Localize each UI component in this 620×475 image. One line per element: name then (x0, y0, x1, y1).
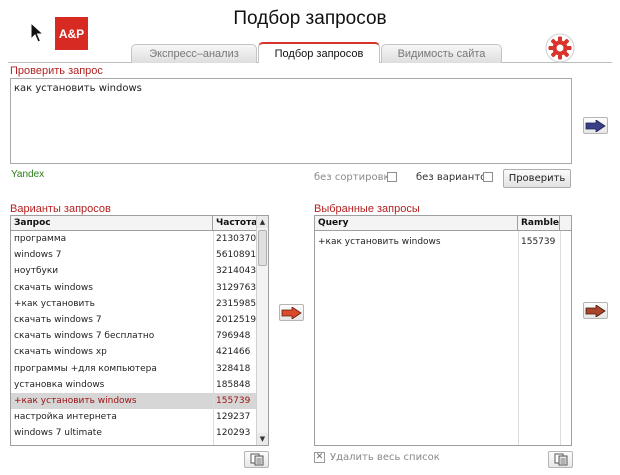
table-row[interactable]: ноутбуки 3214043 (11, 263, 268, 279)
row-query: программы +для компьютера (14, 363, 157, 374)
row-query: ноутбуки (14, 266, 59, 277)
row-frequency: 3214043 (216, 266, 257, 277)
export-selected-button[interactable] (583, 302, 608, 319)
tab-express-analysis[interactable]: Экспресс–анализ (131, 44, 257, 63)
row-frequency: 796948 (216, 331, 251, 342)
row-frequency: 2012519 (216, 315, 257, 326)
row-frequency: 21303708 (216, 234, 258, 245)
table-row[interactable]: программы +для компьютера 328418 (11, 361, 268, 377)
row-frequency: 5610891 (216, 250, 257, 261)
selected-queries-label: Выбранные запросы (314, 203, 420, 215)
row-query: скачать windows 7 бесплатно (14, 331, 155, 342)
row-frequency: 129237 (216, 412, 251, 423)
table-row[interactable]: скачать windows 3129763 (11, 280, 268, 296)
row-frequency: 3129763 (216, 282, 257, 293)
no-variants-label: без вариантов (416, 172, 493, 183)
table-row[interactable]: скачать windows 7 бесплатно 796948 (11, 328, 268, 344)
variants-scrollbar[interactable]: ▲ ▼ (256, 216, 268, 445)
row-query: +как установить (14, 298, 95, 309)
arrow-right-icon (281, 306, 302, 319)
no-sort-checkbox[interactable] (387, 172, 397, 182)
row-frequency: 328418 (216, 363, 251, 374)
variants-table-header: Запрос Частота (11, 216, 268, 231)
col-header-query[interactable]: Запрос (11, 216, 213, 230)
row-frequency: 2315985 (216, 298, 257, 309)
delete-all-label: Удалить весь список (330, 452, 440, 463)
delete-x-icon[interactable]: ✕ (314, 452, 325, 463)
table-row[interactable]: скачать windows xp 421466 (11, 344, 268, 360)
query-textarea[interactable]: как установить windows (10, 78, 572, 164)
row-frequency: 155739 (216, 395, 251, 406)
variants-table[interactable]: Запрос Частота программа 21303708 windows … (10, 215, 269, 446)
row-query: программа (14, 234, 67, 245)
row-query: скачать windows (14, 282, 93, 293)
copy-icon (250, 453, 263, 466)
row-query: скачать windows 7 (14, 315, 102, 326)
col-header-frequency[interactable]: Частота (213, 216, 258, 230)
col-header-query[interactable]: Query (315, 216, 518, 230)
selected-table-body: +как установить windows 155739 (315, 231, 571, 250)
arrow-right-icon (585, 304, 606, 317)
row-query: настройка интернета (14, 412, 117, 423)
no-sort-label: без сортировки (314, 172, 397, 183)
row-query: установка windows (14, 379, 105, 390)
table-row[interactable]: настройка интернета 129237 (11, 409, 268, 425)
search-engine-label: Yandex (11, 169, 45, 180)
row-query: +как установить windows (318, 237, 441, 248)
table-row[interactable]: установка windows 185848 (11, 377, 268, 393)
table-row[interactable]: windows 7 5610891 (11, 247, 268, 263)
row-frequency: 421466 (216, 347, 251, 358)
table-row[interactable]: +как установить 2315985 (11, 296, 268, 312)
tab-query-selection[interactable]: Подбор запросов (258, 42, 380, 63)
move-to-selected-button[interactable] (279, 304, 304, 321)
table-row[interactable]: программа 21303708 (11, 231, 268, 247)
row-frequency: 155739 (521, 237, 556, 248)
row-query: windows 7 ultimate (14, 428, 102, 439)
selected-table[interactable]: Query Ramble +как установить windows 1557… (314, 215, 572, 446)
row-query: скачать windows xp (14, 347, 107, 358)
no-variants-checkbox[interactable] (483, 172, 493, 182)
arrow-right-icon (585, 119, 606, 132)
row-frequency: 120293 (216, 428, 251, 439)
variants-table-body: программа 21303708 windows 7 5610891 ноутбук… (11, 231, 268, 441)
copy-variants-button[interactable] (244, 451, 269, 468)
table-row[interactable]: +как установить windows 155739 (11, 392, 268, 410)
row-query: +как установить windows (14, 395, 137, 406)
table-row[interactable]: windows 7 ultimate 120293 (11, 425, 268, 441)
selected-table-header: Query Ramble (315, 216, 571, 231)
tab-site-visibility[interactable]: Видимость сайта (381, 44, 502, 63)
settings-gear-icon[interactable] (545, 33, 575, 63)
copy-icon (554, 453, 567, 466)
scroll-thumb[interactable] (258, 230, 267, 266)
row-frequency: 185848 (216, 379, 251, 390)
check-query-label: Проверить запрос (10, 65, 103, 77)
table-row[interactable]: скачать windows 7 2012519 (11, 312, 268, 328)
row-query: windows 7 (14, 250, 62, 261)
app-title: Подбор запросов (233, 8, 387, 29)
variants-label: Варианты запросов (10, 203, 111, 215)
table-row[interactable]: +как установить windows 155739 (315, 234, 571, 250)
delete-all-control[interactable]: ✕ Удалить весь список (314, 452, 440, 463)
scroll-up-icon[interactable]: ▲ (257, 216, 268, 228)
col-header-ramble[interactable]: Ramble (518, 216, 560, 230)
copy-selected-button[interactable] (548, 451, 573, 468)
scroll-down-icon[interactable]: ▼ (257, 433, 268, 445)
check-button[interactable]: Проверить (503, 169, 571, 188)
add-query-arrow-button[interactable] (583, 117, 608, 134)
